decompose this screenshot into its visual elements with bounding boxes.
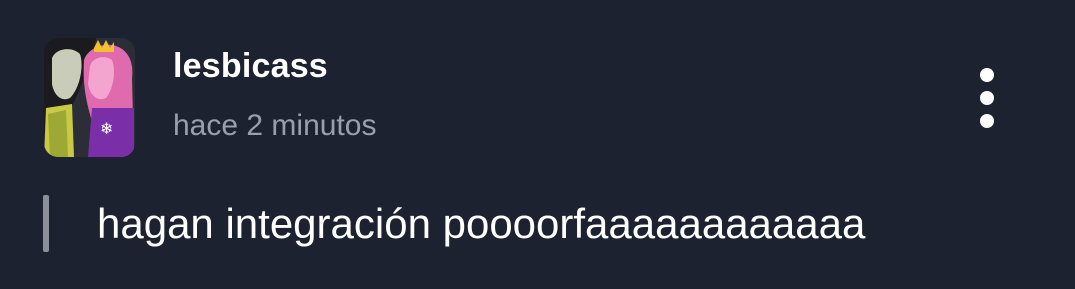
avatar-image: ❄ — [44, 38, 135, 157]
svg-text:❄: ❄ — [100, 119, 113, 138]
avatar[interactable]: ❄ — [44, 38, 135, 157]
vertical-ellipsis-icon — [980, 91, 994, 105]
username[interactable]: lesbicass — [173, 46, 328, 86]
more-options-button[interactable] — [962, 58, 1012, 138]
quote-bar — [43, 195, 49, 252]
comment-text: hagan integración poooorfaaaaaaaaaaaa — [97, 200, 866, 247]
vertical-ellipsis-icon — [980, 68, 994, 82]
vertical-ellipsis-icon — [980, 114, 994, 128]
comment-post: ❄ lesbicass hace 2 minutos hagan integra… — [0, 0, 1075, 289]
timestamp: hace 2 minutos — [173, 109, 377, 142]
